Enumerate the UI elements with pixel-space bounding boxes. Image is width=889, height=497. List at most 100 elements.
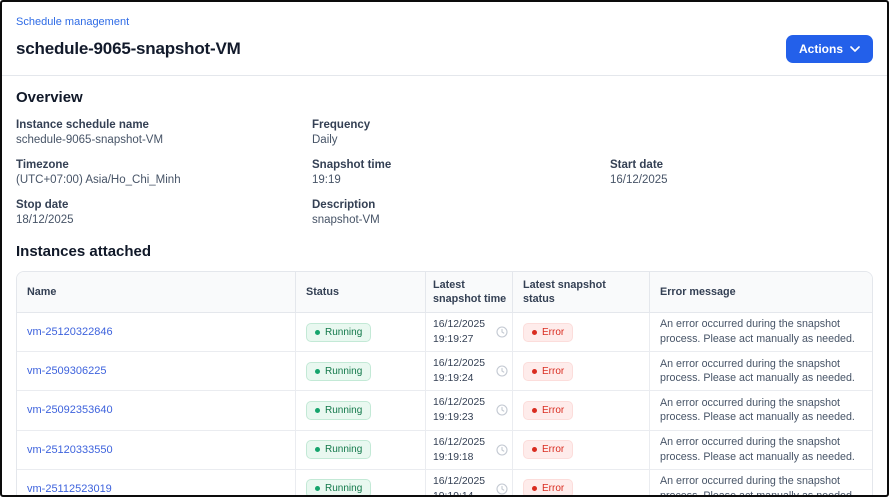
field-description: Description snapshot-VM xyxy=(312,199,610,226)
field-label: Snapshot time xyxy=(312,159,610,171)
cell-latest-snapshot-status: Error xyxy=(513,313,650,351)
field-value: Daily xyxy=(312,134,610,146)
error-dot-icon xyxy=(532,330,537,335)
field-stop-date: Stop date 18/12/2025 xyxy=(16,199,312,226)
status-badge-label: Running xyxy=(325,483,362,494)
clock-icon xyxy=(496,404,508,416)
snapshot-status-badge: Error xyxy=(523,479,573,497)
overview-section: Overview Instance schedule name schedule… xyxy=(2,89,887,226)
field-frequency: Frequency Daily xyxy=(312,119,610,146)
field-value: 18/12/2025 xyxy=(16,214,312,226)
field-value: (UTC+07:00) Asia/Ho_Chi_Minh xyxy=(16,174,312,186)
field-label: Description xyxy=(312,199,610,211)
table-row: vm-25120322846 Running 16/12/2025 19:19:… xyxy=(17,313,872,352)
error-dot-icon xyxy=(532,369,537,374)
instance-link[interactable]: vm-25120322846 xyxy=(27,326,113,338)
column-header-error-message: Error message xyxy=(650,272,872,312)
error-message: An error occurred during the snapshot pr… xyxy=(660,317,862,347)
snapshot-time: 16/12/2025 19:19:14 xyxy=(433,474,492,497)
status-dot-icon xyxy=(315,369,320,374)
instance-link[interactable]: vm-25112523019 xyxy=(27,483,112,495)
instances-section: Instances attached xyxy=(2,243,887,260)
page-header: Schedule management schedule-9065-snapsh… xyxy=(2,2,887,63)
snapshot-time: 16/12/2025 19:19:18 xyxy=(433,435,492,465)
error-message: An error occurred during the snapshot pr… xyxy=(660,474,862,497)
status-badge: Running xyxy=(306,362,371,381)
cell-status: Running xyxy=(296,391,426,429)
field-value: 16/12/2025 xyxy=(610,174,873,186)
snapshot-time: 16/12/2025 19:19:27 xyxy=(433,317,492,347)
field-instance-schedule-name: Instance schedule name schedule-9065-sna… xyxy=(16,119,312,146)
cell-error-message: An error occurred during the snapshot pr… xyxy=(650,352,872,390)
cell-latest-snapshot-time: 16/12/2025 19:19:18 xyxy=(426,431,513,469)
field-label: Instance schedule name xyxy=(16,119,312,131)
instance-link[interactable]: vm-2509306225 xyxy=(27,365,107,377)
instance-link[interactable]: vm-25120333550 xyxy=(27,444,113,456)
cell-status: Running xyxy=(296,352,426,390)
status-badge: Running xyxy=(306,323,371,342)
snapshot-status-badge: Error xyxy=(523,401,573,420)
error-dot-icon xyxy=(532,408,537,413)
field-spacer xyxy=(610,119,873,146)
instances-heading: Instances attached xyxy=(16,243,873,260)
field-snapshot-time: Snapshot time 19:19 xyxy=(312,159,610,186)
status-dot-icon xyxy=(315,486,320,491)
field-spacer xyxy=(610,199,873,226)
cell-name: vm-25092353640 xyxy=(17,391,296,429)
error-message: An error occurred during the snapshot pr… xyxy=(660,357,862,387)
chevron-down-icon xyxy=(850,46,860,52)
cell-latest-snapshot-status: Error xyxy=(513,470,650,497)
table-header-row: Name Status Latest snapshot time Latest … xyxy=(17,272,872,313)
clock-icon xyxy=(496,365,508,377)
cell-name: vm-2509306225 xyxy=(17,352,296,390)
instances-table: Name Status Latest snapshot time Latest … xyxy=(16,271,873,497)
field-value: snapshot-VM xyxy=(312,214,610,226)
table-row: vm-25120333550 Running 16/12/2025 19:19:… xyxy=(17,431,872,470)
status-dot-icon xyxy=(315,330,320,335)
snapshot-status-badge-label: Error xyxy=(542,366,564,377)
header-divider xyxy=(2,75,887,76)
snapshot-status-badge: Error xyxy=(523,440,573,459)
actions-button[interactable]: Actions xyxy=(786,35,873,63)
schedule-detail-page: Schedule management schedule-9065-snapsh… xyxy=(0,0,889,497)
actions-button-label: Actions xyxy=(799,42,843,56)
error-dot-icon xyxy=(532,447,537,452)
column-header-latest-snapshot-time: Latest snapshot time xyxy=(426,272,513,312)
cell-latest-snapshot-status: Error xyxy=(513,352,650,390)
status-badge-label: Running xyxy=(325,405,362,416)
table-body: vm-25120322846 Running 16/12/2025 19:19:… xyxy=(17,313,872,497)
snapshot-status-badge: Error xyxy=(523,323,573,342)
cell-latest-snapshot-status: Error xyxy=(513,391,650,429)
status-badge-label: Running xyxy=(325,327,362,338)
cell-error-message: An error occurred during the snapshot pr… xyxy=(650,391,872,429)
table-row: vm-25112523019 Running 16/12/2025 19:19:… xyxy=(17,470,872,497)
cell-latest-snapshot-time: 16/12/2025 19:19:27 xyxy=(426,313,513,351)
column-header-status: Status xyxy=(296,272,426,312)
field-label: Timezone xyxy=(16,159,312,171)
table-row: vm-2509306225 Running 16/12/2025 19:19:2… xyxy=(17,352,872,391)
cell-error-message: An error occurred during the snapshot pr… xyxy=(650,431,872,469)
cell-latest-snapshot-status: Error xyxy=(513,431,650,469)
cell-name: vm-25120322846 xyxy=(17,313,296,351)
column-header-name: Name xyxy=(17,272,296,312)
cell-status: Running xyxy=(296,470,426,497)
snapshot-status-badge-label: Error xyxy=(542,483,564,494)
status-badge-label: Running xyxy=(325,444,362,455)
instance-link[interactable]: vm-25092353640 xyxy=(27,404,113,416)
column-header-latest-snapshot-status: Latest snapshot status xyxy=(513,272,650,312)
cell-name: vm-25120333550 xyxy=(17,431,296,469)
clock-icon xyxy=(496,326,508,338)
error-dot-icon xyxy=(532,486,537,491)
snapshot-status-badge-label: Error xyxy=(542,444,564,455)
breadcrumb[interactable]: Schedule management xyxy=(16,16,129,28)
field-start-date: Start date 16/12/2025 xyxy=(610,159,873,186)
cell-status: Running xyxy=(296,313,426,351)
cell-latest-snapshot-time: 16/12/2025 19:19:23 xyxy=(426,391,513,429)
status-badge: Running xyxy=(306,479,371,497)
cell-latest-snapshot-time: 16/12/2025 19:19:24 xyxy=(426,352,513,390)
page-title: schedule-9065-snapshot-VM xyxy=(16,39,241,59)
table-row: vm-25092353640 Running 16/12/2025 19:19:… xyxy=(17,391,872,430)
field-value: schedule-9065-snapshot-VM xyxy=(16,134,312,146)
status-badge-label: Running xyxy=(325,366,362,377)
status-badge: Running xyxy=(306,401,371,420)
